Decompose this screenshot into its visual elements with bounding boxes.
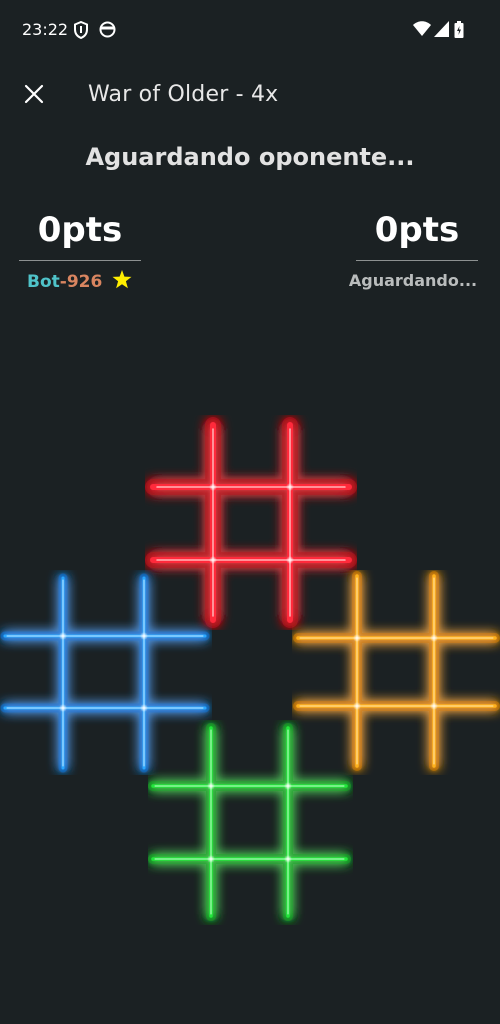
score-left: 0pts <box>19 206 141 261</box>
score-right-value: 0pts <box>374 210 460 250</box>
close-button[interactable] <box>14 76 54 116</box>
face-icon <box>99 21 116 42</box>
player-left-number: -926 <box>59 272 103 292</box>
game-screen: 23:22 War of Older - 4x Aguardando opone… <box>0 0 500 1024</box>
board-green[interactable] <box>148 720 353 929</box>
status-message: Aguardando oponente... <box>85 143 415 171</box>
shield-icon <box>73 20 89 43</box>
status-bar: 23:22 <box>0 0 500 62</box>
close-icon <box>24 84 44 108</box>
battery-icon <box>454 21 464 42</box>
player-left-prefix: Bot <box>27 272 60 292</box>
app-title: War of Older - 4x <box>88 82 279 107</box>
star-icon <box>112 270 132 294</box>
app-bar: War of Older - 4x <box>0 62 500 128</box>
score-right: 0pts <box>356 206 478 261</box>
status-time: 23:22 <box>22 20 69 39</box>
score-left-divider <box>19 260 141 261</box>
signal-icon <box>434 21 449 41</box>
wifi-icon <box>413 21 431 41</box>
player-right-name: Aguardando... <box>348 271 478 290</box>
score-left-value: 0pts <box>37 210 123 250</box>
score-right-divider <box>356 260 478 261</box>
player-left-name: Bot -926 <box>27 270 132 294</box>
